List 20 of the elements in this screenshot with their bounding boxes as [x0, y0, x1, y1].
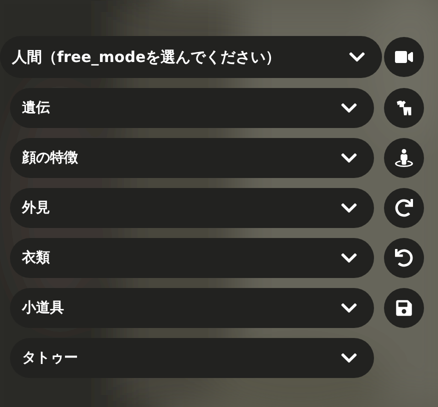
dropdown-label: 衣類: [22, 249, 50, 267]
video-camera-icon: [395, 48, 413, 66]
save-icon: [395, 299, 413, 317]
dropdown-label: 外見: [22, 199, 50, 217]
dropdown[interactable]: タトゥー: [10, 338, 374, 378]
redo-icon: [395, 199, 413, 217]
dropdown[interactable]: 小道具: [10, 288, 374, 328]
dropdown[interactable]: 衣類: [10, 238, 374, 278]
dropdown-label: 小道具: [22, 299, 64, 317]
undo-icon: [395, 249, 413, 267]
dropdown-label: タトゥー: [22, 349, 78, 367]
dropdown[interactable]: 人間（free_modeを選んでください）: [0, 36, 382, 78]
dropdown[interactable]: 顔の特徴: [10, 138, 374, 178]
person-on-ring-icon: [395, 149, 413, 167]
dropdown-label: 人間（free_modeを選んでください）: [12, 48, 281, 66]
dropdown[interactable]: 外見: [10, 188, 374, 228]
dropdown[interactable]: 遺伝: [10, 88, 374, 128]
dropdown-label: 遺伝: [22, 99, 50, 117]
dropdown-label: 顔の特徴: [22, 149, 78, 167]
clothing-icon: [395, 99, 413, 117]
